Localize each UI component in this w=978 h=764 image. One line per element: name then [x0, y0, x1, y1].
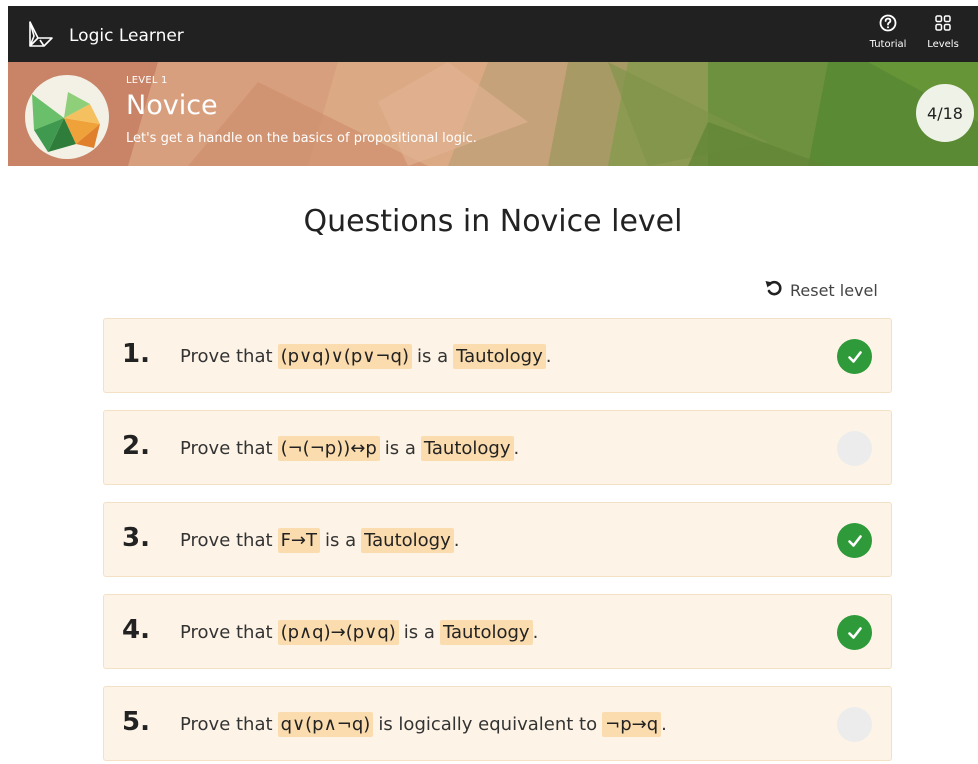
question-middle: is a — [384, 438, 416, 459]
completed-status — [837, 339, 872, 374]
question-prefix: Prove that — [180, 530, 273, 551]
incomplete-status — [837, 431, 872, 466]
reset-level-label: Reset level — [790, 280, 878, 300]
levels-label: Levels — [927, 39, 959, 50]
question-middle: is a — [403, 622, 435, 643]
novice-level-icon — [25, 75, 109, 159]
target-highlight: Tautology — [453, 344, 546, 369]
formula-highlight: (p∨q)∨(p∨¬q) — [277, 344, 412, 369]
question-text: Prove that q∨(p∧¬q) is logically equival… — [180, 687, 667, 762]
question-middle: is a — [325, 530, 357, 551]
question-prefix: Prove that — [180, 714, 273, 735]
check-icon — [847, 626, 862, 639]
target-highlight: ¬p→q — [602, 712, 662, 737]
question-text: Prove that (p∨q)∨(p∨¬q) is a Tautology . — [180, 319, 551, 394]
undo-icon — [764, 278, 784, 302]
tutorial-label: Tutorial — [869, 39, 907, 50]
question-suffix: . — [532, 622, 539, 643]
formula-highlight: (¬(¬p))↔p — [277, 436, 380, 461]
top-nav: Logic Learner Tutorial Levels — [8, 6, 978, 62]
question-card[interactable]: 2. Prove that (¬(¬p))↔p is a Tautology . — [103, 410, 892, 485]
question-prefix: Prove that — [180, 622, 273, 643]
completed-status — [837, 615, 872, 650]
incomplete-status — [837, 707, 872, 742]
question-number: 5. — [122, 707, 150, 737]
question-middle: is a — [416, 346, 449, 367]
level-description: Let's get a handle on the basics of prop… — [126, 131, 477, 146]
level-banner: LEVEL 1 Novice Let's get a handle on the… — [8, 62, 978, 166]
question-number: 3. — [122, 523, 150, 553]
completed-status — [837, 523, 872, 558]
formula-highlight: F→T — [277, 528, 320, 553]
grid-icon — [934, 14, 952, 36]
target-highlight: Tautology — [420, 436, 514, 461]
question-number: 2. — [122, 431, 150, 461]
question-card[interactable]: 5. Prove that q∨(p∧¬q) is logically equi… — [103, 686, 892, 761]
logic-bird-icon — [24, 18, 56, 54]
level-tag: LEVEL 1 — [126, 75, 168, 86]
question-number: 1. — [122, 339, 150, 369]
formula-highlight: (p∧q)→(p∨q) — [277, 620, 399, 645]
question-card[interactable]: 1. Prove that (p∨q)∨(p∨¬q) is a Tautolog… — [103, 318, 892, 393]
app-title: Logic Learner — [69, 26, 184, 46]
question-suffix: . — [545, 346, 552, 367]
formula-highlight: q∨(p∧¬q) — [277, 712, 374, 737]
question-prefix: Prove that — [180, 438, 273, 459]
question-suffix: . — [513, 438, 520, 459]
question-text: Prove that (p∧q)→(p∨q) is a Tautology . — [180, 595, 538, 670]
question-middle: is logically equivalent to — [378, 714, 598, 735]
question-number: 4. — [122, 615, 150, 645]
progress-badge: 4/18 — [916, 84, 974, 142]
target-highlight: Tautology — [439, 620, 533, 645]
question-prefix: Prove that — [180, 346, 273, 367]
check-icon — [847, 534, 862, 547]
question-circle-icon — [879, 14, 897, 36]
question-text: Prove that (¬(¬p))↔p is a Tautology . — [180, 411, 519, 486]
question-text: Prove that F→T is a Tautology . — [180, 503, 460, 578]
question-suffix: . — [453, 530, 460, 551]
brand[interactable]: Logic Learner — [24, 18, 184, 54]
check-icon — [847, 350, 862, 363]
page-title: Questions in Novice level — [303, 204, 683, 239]
question-card[interactable]: 3. Prove that F→T is a Tautology . — [103, 502, 892, 577]
app-frame: Logic Learner Tutorial Levels LEVEL 1 No… — [8, 6, 978, 764]
tutorial-button[interactable]: Tutorial — [863, 14, 913, 54]
target-highlight: Tautology — [361, 528, 454, 553]
question-suffix: . — [661, 714, 667, 735]
levels-button[interactable]: Levels — [918, 14, 968, 54]
question-card[interactable]: 4. Prove that (p∧q)→(p∨q) is a Tautology… — [103, 594, 892, 669]
reset-level-button[interactable]: Reset level — [764, 278, 878, 302]
level-name: Novice — [126, 90, 218, 121]
question-list: 1. Prove that (p∨q)∨(p∨¬q) is a Tautolog… — [103, 318, 892, 764]
